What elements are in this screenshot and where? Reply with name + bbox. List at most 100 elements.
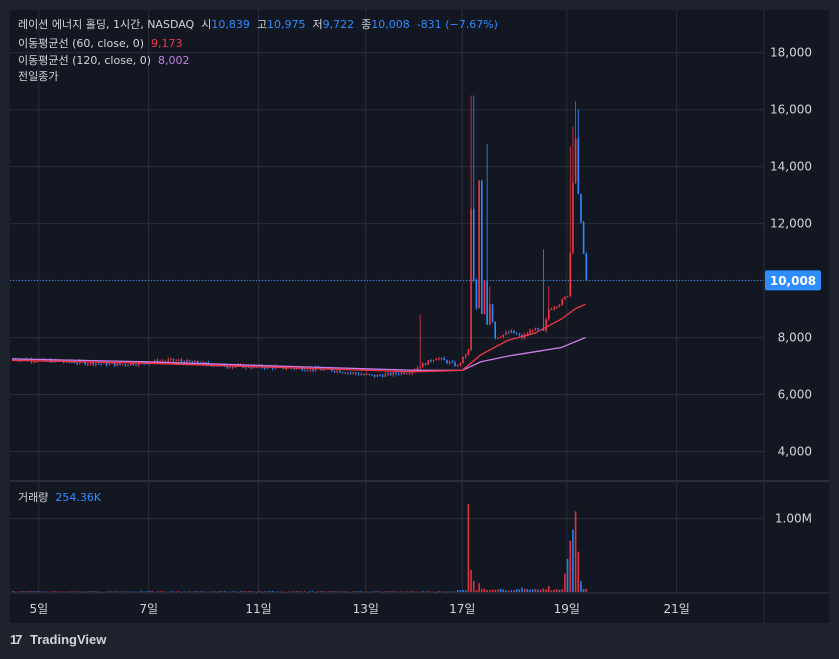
volume-bar (151, 591, 153, 592)
volume-bar (446, 591, 448, 593)
symbol-legend[interactable]: 레이션 에너지 홀딩, 1시간, NASDAQ 시10,839 고10,975 … (18, 18, 498, 32)
volume-bar (505, 590, 507, 592)
volume-bar (218, 591, 220, 592)
price-tick-label: 4,000 (778, 445, 812, 459)
volume-bar (103, 591, 105, 593)
candle-body (470, 208, 472, 350)
candle-body (440, 358, 443, 360)
candle-body (124, 364, 127, 366)
volume-bar (258, 591, 261, 592)
candle-body (100, 363, 103, 365)
candle-body (582, 222, 585, 254)
volume-bar (263, 591, 266, 592)
volume-bar (65, 591, 68, 593)
tradingview-logo[interactable]: 17 TradingView (10, 632, 106, 647)
candle-body (531, 330, 534, 332)
volume-bar (178, 591, 180, 592)
candle-body (513, 330, 515, 334)
volume-bar (105, 591, 108, 593)
volume-bar (582, 588, 585, 592)
volume-bar (73, 591, 76, 592)
ma60-label: 이동평균선 (60, close, 0) (18, 37, 144, 50)
candle-body (408, 373, 411, 375)
volume-bar (312, 591, 314, 592)
volume-bar (400, 591, 403, 592)
candle-body (333, 371, 336, 373)
time-tick-label: 5일 (29, 602, 48, 616)
volume-bar (352, 591, 354, 592)
candle-body (456, 365, 459, 367)
candle-body (188, 360, 191, 362)
price-tick-label: 14,000 (770, 160, 812, 174)
volume-bar (84, 591, 86, 593)
candle-body (416, 367, 419, 370)
volume-bar (231, 591, 234, 592)
price-pane-background (10, 10, 764, 480)
volume-tick-label: 1.00M (775, 512, 812, 526)
candle-body (368, 373, 371, 375)
volume-bar (119, 591, 121, 593)
volume-bar (215, 591, 218, 593)
volume-bar (87, 591, 89, 593)
volume-bar (191, 591, 194, 593)
ma120-legend[interactable]: 이동평균선 (120, close, 0) 8,002 (18, 54, 190, 68)
volume-bar (558, 589, 561, 592)
volume-bar (472, 581, 475, 592)
low-value: 9,722 (322, 18, 355, 31)
volume-bar (553, 589, 555, 592)
volume-bar (210, 591, 212, 593)
brand-name: TradingView (30, 632, 107, 647)
candle-body (491, 304, 494, 322)
volume-bar (298, 591, 301, 592)
candle-body (405, 373, 408, 375)
volume-bar (373, 591, 376, 592)
candle-body (462, 356, 464, 363)
candle-body (518, 334, 521, 336)
tradingview-icon: 17 (10, 632, 22, 647)
candle-body (448, 361, 451, 364)
volume-bar (14, 591, 17, 593)
volume-bar (62, 591, 65, 593)
volume-bar (585, 588, 588, 592)
price-tick-label: 18,000 (770, 46, 812, 60)
volume-bar (108, 591, 111, 592)
volume-bar (422, 591, 424, 592)
volume-bar (481, 588, 483, 592)
price-axis-background (764, 10, 829, 592)
chart-canvas[interactable]: 18,00016,00014,00012,00010,0008,0006,000… (0, 0, 839, 659)
volume-bar (143, 591, 145, 593)
volume-bar (529, 589, 531, 592)
volume-bar (368, 591, 371, 593)
price-tick-label: 6,000 (778, 388, 812, 402)
volume-bar (459, 590, 462, 592)
ma60-legend[interactable]: 이동평균선 (60, close, 0) 9,173 (18, 37, 183, 51)
candle-body (489, 304, 491, 325)
volume-bar (523, 588, 526, 592)
volume-bar (38, 591, 41, 593)
volume-bar (561, 589, 563, 592)
volume-bar (202, 591, 204, 592)
candle-body (550, 309, 553, 311)
candle-body (459, 362, 462, 366)
volume-bar (494, 589, 496, 592)
volume-bar (427, 591, 429, 592)
volume-bar (148, 591, 151, 592)
volume-bar (129, 591, 132, 593)
volume-bar (12, 591, 14, 592)
volume-bar (456, 589, 459, 592)
volume-legend[interactable]: 거래량 254.36K (18, 491, 101, 505)
ma120-label: 이동평균선 (120, close, 0) (18, 54, 151, 67)
price-tick-label: 12,000 (770, 217, 812, 231)
candle-body (365, 373, 368, 375)
candle-body (502, 334, 505, 338)
candle-body (172, 358, 175, 361)
candle-body (113, 363, 116, 366)
candle-body (170, 358, 172, 360)
volume-bar (454, 591, 456, 593)
volume-bar (513, 590, 515, 592)
prev-close-legend[interactable]: 전일종가 (18, 70, 58, 84)
volume-bar (180, 591, 183, 593)
volume-bar (156, 591, 159, 592)
volume-bar (266, 591, 269, 592)
volume-bar (317, 591, 320, 592)
